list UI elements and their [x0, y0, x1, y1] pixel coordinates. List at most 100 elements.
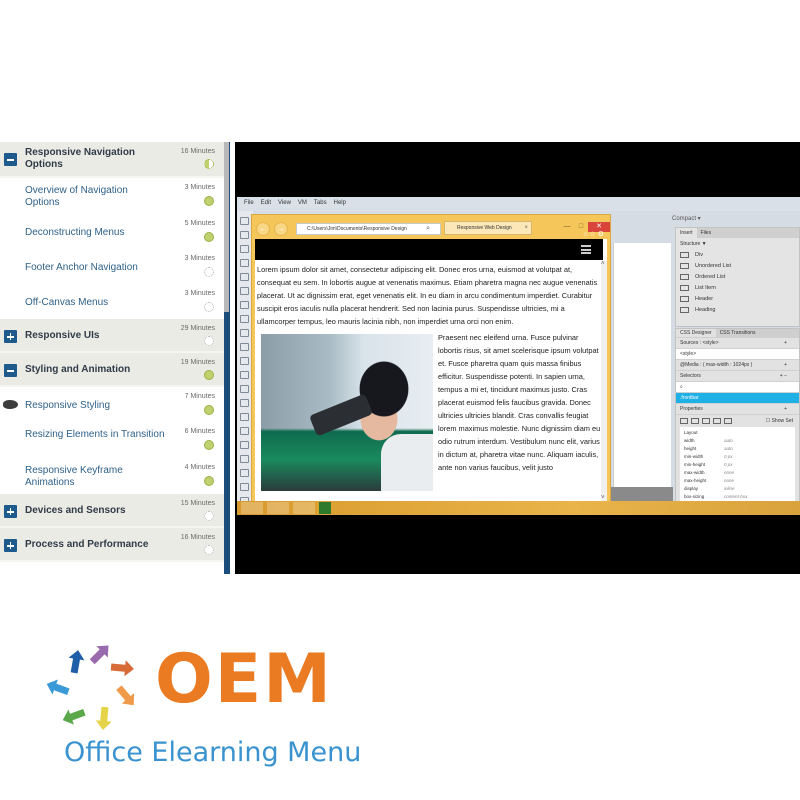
section-title[interactable]: Styling and Animation: [25, 364, 160, 376]
minimize-icon[interactable]: —: [560, 222, 574, 232]
properties-row[interactable]: Properties +: [676, 404, 799, 415]
property-value[interactable]: auto: [724, 437, 733, 445]
layout-category-icon[interactable]: [680, 418, 688, 424]
sources-row[interactable]: Sources : <style> +: [676, 338, 799, 349]
css-property-row[interactable]: min-width 0 px: [684, 453, 791, 461]
taskbar-button[interactable]: [267, 502, 289, 514]
property-value[interactable]: inline: [724, 485, 735, 493]
toolbar-tool-icon[interactable]: [240, 427, 249, 435]
css-property-row[interactable]: max-height none: [684, 477, 791, 485]
toolbar-tool-icon[interactable]: [240, 329, 249, 337]
property-value[interactable]: none: [724, 469, 734, 477]
insert-item[interactable]: Ordered List: [676, 272, 799, 283]
add-selector-icon[interactable]: + −: [780, 371, 787, 382]
toolbar-tool-icon[interactable]: [240, 301, 249, 309]
address-bar[interactable]: C:\Users\Jim\Documents\Responsive Design…: [296, 223, 441, 235]
selected-selector[interactable]: .frontbar: [676, 393, 799, 404]
tab-files[interactable]: Files: [697, 228, 716, 238]
taskbar-button[interactable]: [241, 502, 263, 514]
selectors-row[interactable]: Selectors + −: [676, 371, 799, 382]
lesson-title[interactable]: Footer Anchor Navigation: [25, 262, 165, 274]
add-property-icon[interactable]: +: [784, 404, 787, 415]
lesson-title[interactable]: Off-Canvas Menus: [25, 297, 165, 309]
workspace-label[interactable]: Compact ▾: [672, 215, 701, 222]
toolbar-tool-icon[interactable]: [240, 441, 249, 449]
collapse-icon[interactable]: [4, 153, 17, 166]
toolbar-tool-icon[interactable]: [240, 259, 249, 267]
lesson-item[interactable]: Off-Canvas Menus 3 Minutes: [0, 284, 224, 319]
show-set-checkbox[interactable]: ☐ Show Set: [766, 418, 793, 424]
tab-css-transitions[interactable]: CSS Transitions: [716, 329, 760, 337]
insert-item[interactable]: Heading: [676, 305, 799, 316]
scrollbar-thumb[interactable]: [224, 142, 229, 312]
expand-icon[interactable]: [4, 505, 17, 518]
lesson-item[interactable]: Resizing Elements in Transition 6 Minutes: [0, 422, 224, 458]
toolbar-tool-icon[interactable]: [240, 357, 249, 365]
toolbar-tool-icon[interactable]: [240, 245, 249, 253]
toolbar-tool-icon[interactable]: [240, 371, 249, 379]
course-section[interactable]: Responsive UIs 29 Minutes: [0, 319, 224, 353]
lesson-title[interactable]: Responsive Styling: [25, 400, 165, 412]
tab-close-icon[interactable]: ×: [524, 222, 528, 234]
border-category-icon[interactable]: [702, 418, 710, 424]
course-section[interactable]: Devices and Sensors 15 Minutes: [0, 494, 224, 528]
property-value[interactable]: auto: [724, 445, 733, 453]
section-title[interactable]: Responsive Navigation Options: [25, 147, 160, 171]
property-value[interactable]: none: [724, 477, 734, 485]
css-property-row[interactable]: min-height 0 px: [684, 461, 791, 469]
collapse-icon[interactable]: [4, 364, 17, 377]
lesson-item[interactable]: Deconstructing Menus 5 Minutes: [0, 214, 224, 249]
property-value[interactable]: content-box: [724, 493, 748, 501]
hamburger-menu-icon[interactable]: [581, 245, 591, 254]
page-vertical-scrollbar[interactable]: ˄ ˅: [601, 261, 607, 501]
more-category-icon[interactable]: [724, 418, 732, 424]
css-property-row[interactable]: box-sizing content-box: [684, 493, 791, 501]
insert-item[interactable]: List Item: [676, 283, 799, 294]
menu-item[interactable]: Edit: [261, 200, 271, 206]
course-section[interactable]: Process and Performance 16 Minutes: [0, 528, 224, 562]
search-icon[interactable]: ⌕: [426, 224, 430, 234]
menu-item[interactable]: File: [244, 200, 254, 206]
selector-search-input[interactable]: ⌕: [676, 382, 799, 393]
lesson-item[interactable]: Footer Anchor Navigation 3 Minutes: [0, 249, 224, 284]
toolbar-tool-icon[interactable]: [240, 343, 249, 351]
lesson-item[interactable]: Responsive Styling 7 Minutes: [0, 387, 224, 422]
course-section[interactable]: Responsive Navigation Options 16 Minutes: [0, 142, 224, 178]
css-property-row[interactable]: width auto: [684, 437, 791, 445]
toolbar-tool-icon[interactable]: [240, 315, 249, 323]
scroll-up-icon[interactable]: ˄: [601, 261, 605, 267]
lesson-item[interactable]: Overview of Navigation Options 3 Minutes: [0, 178, 224, 214]
browser-tab[interactable]: Responsive Web Design ×: [444, 221, 532, 235]
menu-item[interactable]: Help: [334, 200, 346, 206]
sidebar-scrollbar[interactable]: [224, 142, 230, 574]
toolbar-tool-icon[interactable]: [240, 399, 249, 407]
section-title[interactable]: Devices and Sensors: [25, 505, 160, 517]
tab-insert[interactable]: Insert: [676, 228, 697, 238]
toolbar-tool-icon[interactable]: [240, 385, 249, 393]
background-category-icon[interactable]: [713, 418, 721, 424]
taskbar-button[interactable]: [319, 502, 331, 514]
source-item[interactable]: <style>: [676, 349, 799, 360]
toolbar-tool-icon[interactable]: [240, 413, 249, 421]
insert-item[interactable]: Header: [676, 294, 799, 305]
back-icon[interactable]: ←: [256, 222, 270, 236]
expand-icon[interactable]: [4, 330, 17, 343]
text-category-icon[interactable]: [691, 418, 699, 424]
insert-item[interactable]: Unordered List: [676, 261, 799, 272]
toolbar-tool-icon[interactable]: [240, 217, 249, 225]
css-property-row[interactable]: max-width none: [684, 469, 791, 477]
toolbar-tool-icon[interactable]: [240, 483, 249, 491]
section-title[interactable]: Process and Performance: [25, 539, 160, 551]
insert-category-select[interactable]: Structure ▼: [676, 238, 799, 250]
add-source-icon[interactable]: +: [784, 338, 787, 349]
expand-icon[interactable]: [4, 539, 17, 552]
property-value[interactable]: 0 px: [724, 453, 733, 461]
video-player[interactable]: FileEditViewVMTabsHelp Dw ← → C:\Users\J…: [235, 142, 800, 574]
add-media-icon[interactable]: +: [784, 360, 787, 371]
forward-icon[interactable]: →: [274, 222, 288, 236]
toolbar-tool-icon[interactable]: [240, 469, 249, 477]
toolbar-tool-icon[interactable]: [240, 273, 249, 281]
workspace-switcher[interactable]: Compact ▾: [667, 212, 800, 226]
property-value[interactable]: 0 px: [724, 461, 733, 469]
menu-item[interactable]: View: [278, 200, 291, 206]
